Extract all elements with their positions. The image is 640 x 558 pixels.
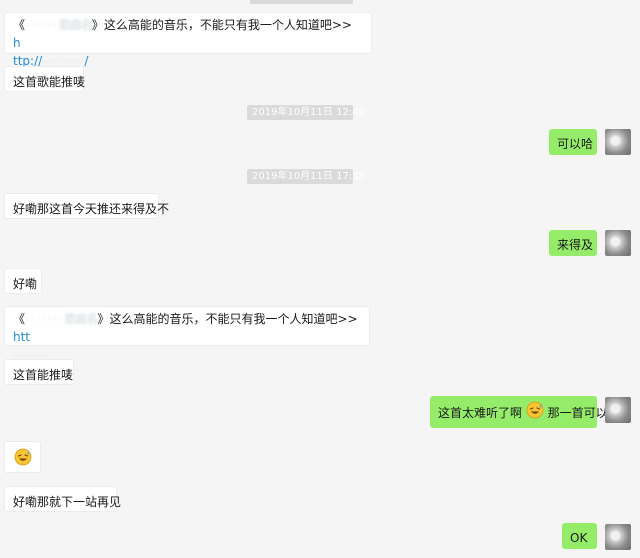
message-bubble[interactable]: 这首歌能推唛 bbox=[4, 66, 85, 92]
user-avatar[interactable] bbox=[605, 129, 631, 155]
share-text: 这么高能的音乐，不能只有我一个人知道吧>> bbox=[109, 312, 358, 326]
timestamp: 2019年10月11日 12:40 bbox=[247, 105, 365, 120]
laughing-sweat-emoji bbox=[14, 448, 32, 472]
laughing-sweat-emoji bbox=[526, 401, 544, 426]
title-close: 》 bbox=[97, 312, 110, 326]
user-avatar[interactable] bbox=[605, 397, 631, 423]
shared-music-message[interactable]: 《· · · · · · 歌曲名》这么高能的音乐，不能只有我一个人知道吧>> h… bbox=[4, 12, 372, 68]
message-bubble-outgoing[interactable]: 可以哈 bbox=[549, 129, 597, 155]
share-link-start[interactable]: h bbox=[13, 36, 21, 50]
message-text: 这首太难听了啊 bbox=[438, 406, 523, 420]
message-bubble[interactable]: 好嘞那这首今天推还来得及不 bbox=[4, 193, 169, 219]
message-bubble[interactable]: 好嘞那就下一站再见 bbox=[4, 486, 121, 512]
share-text: 这么高能的音乐，不能只有我一个人知道吧>> bbox=[103, 18, 352, 32]
user-avatar[interactable] bbox=[605, 524, 631, 550]
previous-timestamp-edge bbox=[250, 0, 353, 4]
share-link-end[interactable]: / bbox=[84, 54, 88, 68]
hidden-song-title: · · · · · · 歌曲名 bbox=[25, 18, 93, 32]
share-link-start[interactable]: htt bbox=[13, 330, 30, 344]
chat-window: { "messages": { "m1": { "open": "《", "hi… bbox=[0, 0, 640, 558]
title-open: 《 bbox=[13, 312, 26, 326]
emoji-message[interactable] bbox=[4, 441, 41, 473]
shared-music-message[interactable]: 《· · · · · · · 歌曲名》这么高能的音乐，不能只有我一个人知道吧>>… bbox=[4, 306, 370, 362]
title-close: 》 bbox=[91, 18, 104, 32]
message-bubble[interactable]: 这首能推唛 bbox=[4, 359, 74, 385]
message-bubble-outgoing[interactable]: 来得及 bbox=[549, 230, 597, 256]
message-text: 那一首可以 bbox=[547, 406, 608, 420]
hidden-song-title: · · · · · · · 歌曲名 bbox=[25, 312, 98, 326]
message-bubble[interactable]: 好嘞 bbox=[4, 268, 42, 294]
message-bubble-outgoing[interactable]: OK bbox=[562, 523, 597, 549]
timestamp: 2019年10月11日 17:35 bbox=[247, 169, 365, 184]
user-avatar[interactable] bbox=[605, 230, 631, 256]
message-bubble-outgoing[interactable]: 这首太难听了啊 那一首可以 bbox=[430, 396, 608, 428]
title-open: 《 bbox=[13, 18, 26, 32]
